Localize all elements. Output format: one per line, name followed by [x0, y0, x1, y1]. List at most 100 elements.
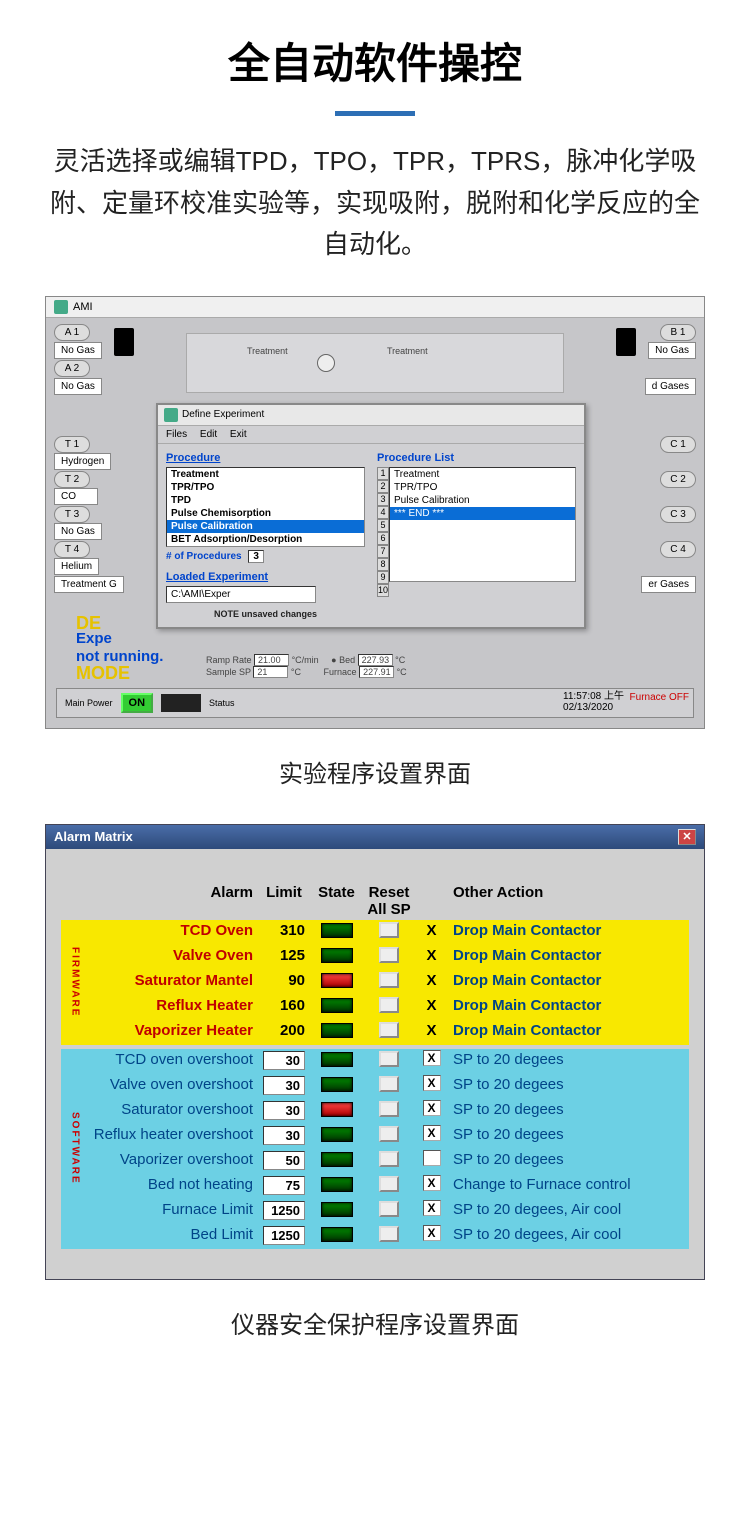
list-item[interactable]: Pulse Calibration [390, 494, 575, 507]
proc-item[interactable]: TPR/TPO [167, 481, 364, 494]
alarm-state [309, 995, 364, 1020]
alarm-action: Drop Main Contactor [449, 970, 654, 995]
list-item[interactable]: TPR/TPO [390, 481, 575, 494]
on-button[interactable]: ON [121, 693, 154, 713]
alarm-x: X [414, 945, 449, 970]
gas-a1[interactable]: A 1 [54, 324, 90, 341]
reset-checkbox[interactable] [364, 1099, 414, 1124]
alarm-action: Change to Furnace control [449, 1174, 654, 1199]
alarm-limit: 310 [259, 920, 309, 945]
alarm-limit-input[interactable]: 30 [259, 1049, 309, 1074]
reset-checkbox[interactable] [364, 1049, 414, 1074]
alarm-name: Saturator overshoot [89, 1099, 259, 1124]
alarm-limit-input[interactable]: 30 [259, 1099, 309, 1124]
reset-checkbox[interactable] [364, 1124, 414, 1149]
alarm-state [309, 945, 364, 970]
reset-checkbox[interactable] [364, 1074, 414, 1099]
alarm-action: SP to 20 degees, Air cool [449, 1224, 654, 1249]
alarm-matrix-window: Alarm Matrix ✕ Alarm Limit State ResetAl… [45, 824, 705, 1280]
canister-icon [114, 328, 134, 356]
alarm-state [309, 1199, 364, 1224]
alarm-action: Drop Main Contactor [449, 920, 654, 945]
alarm-limit-input[interactable]: 1250 [259, 1224, 309, 1249]
alarm-x-checkbox[interactable] [423, 1150, 441, 1166]
alarm-name: Reflux heater overshoot [89, 1124, 259, 1149]
reset-checkbox[interactable] [364, 1174, 414, 1199]
alarm-limit: 90 [259, 970, 309, 995]
alarm-name: TCD oven overshoot [89, 1049, 259, 1074]
d-gases-label: d Gases [645, 378, 696, 395]
loaded-path-field[interactable]: C:\AMI\Exper [166, 586, 316, 603]
firmware-label: FIRMWARE [61, 920, 89, 1045]
alarm-limit-input[interactable]: 75 [259, 1174, 309, 1199]
list-item-selected[interactable]: *** END *** [390, 507, 575, 520]
list-item[interactable]: Treatment [390, 468, 575, 481]
alarm-x-checkbox[interactable]: X [423, 1225, 441, 1241]
proc-item[interactable]: TPD [167, 494, 364, 507]
alarm-x-checkbox[interactable]: X [423, 1075, 441, 1091]
demo-mode: MODE [76, 663, 130, 684]
alarm-x-checkbox[interactable]: X [423, 1200, 441, 1216]
alarm-name: Reflux Heater [89, 995, 259, 1020]
alarm-limit-input[interactable]: 30 [259, 1074, 309, 1099]
alarm-state [309, 1124, 364, 1149]
menu-files[interactable]: Files [166, 429, 187, 440]
alarm-action: Drop Main Contactor [449, 1020, 654, 1045]
reset-checkbox[interactable] [364, 1199, 414, 1224]
alarm-limit-input[interactable]: 1250 [259, 1199, 309, 1224]
reset-checkbox[interactable] [364, 1020, 414, 1045]
alarm-action: Drop Main Contactor [449, 995, 654, 1020]
menu-exit[interactable]: Exit [230, 429, 247, 440]
dialog-menu: Files Edit Exit [158, 426, 584, 444]
alarm-state [309, 920, 364, 945]
ramp-rate-field[interactable]: 21.00 [254, 654, 289, 666]
alarm-state [309, 1020, 364, 1045]
gas-a2[interactable]: A 2 [54, 360, 90, 377]
gas-c1[interactable]: C 1 [660, 436, 696, 453]
sample-sp-field[interactable]: 21 [253, 666, 288, 678]
proc-item[interactable]: Pulse Chemisorption [167, 507, 364, 520]
gas-c4[interactable]: C 4 [660, 541, 696, 558]
close-button[interactable]: ✕ [678, 829, 696, 845]
alarm-limit-input[interactable]: 50 [259, 1149, 309, 1174]
alarm-action: Drop Main Contactor [449, 945, 654, 970]
reset-checkbox[interactable] [364, 1149, 414, 1174]
gas-b1[interactable]: B 1 [660, 324, 696, 341]
reset-checkbox[interactable] [364, 945, 414, 970]
alarm-x-checkbox[interactable]: X [423, 1125, 441, 1141]
alarm-x-checkbox[interactable]: X [423, 1100, 441, 1116]
alarm-x-checkbox[interactable]: X [423, 1050, 441, 1066]
gas-t3-val: No Gas [54, 523, 102, 540]
alarm-limit: 200 [259, 1020, 309, 1045]
gas-c2[interactable]: C 2 [660, 471, 696, 488]
page-title: 全自动软件操控 [0, 0, 750, 101]
reset-checkbox[interactable] [364, 970, 414, 995]
gas-t1[interactable]: T 1 [54, 436, 90, 453]
gas-c3[interactable]: C 3 [660, 506, 696, 523]
app-icon [54, 300, 68, 314]
procedure-listbox[interactable]: Treatment TPR/TPO TPD Pulse Chemisorptio… [166, 467, 365, 547]
gas-t3[interactable]: T 3 [54, 506, 90, 523]
reset-checkbox[interactable] [364, 920, 414, 945]
alarm-action: SP to 20 degees [449, 1149, 654, 1174]
reset-checkbox[interactable] [364, 1224, 414, 1249]
alarm-limit-input[interactable]: 30 [259, 1124, 309, 1149]
procedure-list-listbox[interactable]: Treatment TPR/TPO Pulse Calibration *** … [389, 467, 576, 582]
gas-t4[interactable]: T 4 [54, 541, 90, 558]
define-experiment-dialog: Define Experiment Files Edit Exit Proced… [156, 403, 586, 629]
caption-1: 实验程序设置界面 [0, 729, 750, 824]
gas-schematic: Treatment Treatment [186, 333, 564, 393]
dialog-title: Define Experiment [182, 409, 264, 420]
alarm-x-checkbox[interactable]: X [423, 1175, 441, 1191]
proc-item-selected[interactable]: Pulse Calibration [167, 520, 364, 533]
reset-checkbox[interactable] [364, 995, 414, 1020]
proc-item[interactable]: BET Adsorption/Desorption [167, 533, 364, 546]
proc-item[interactable]: Treatment [167, 468, 364, 481]
alarm-name: Valve oven overshoot [89, 1074, 259, 1099]
gas-t2[interactable]: T 2 [54, 471, 90, 488]
hdr-other: Other Action [449, 884, 654, 918]
proc-count-value: 3 [248, 550, 264, 563]
procedure-header: Procedure [166, 452, 365, 464]
alarm-x: X [414, 995, 449, 1020]
menu-edit[interactable]: Edit [200, 429, 217, 440]
